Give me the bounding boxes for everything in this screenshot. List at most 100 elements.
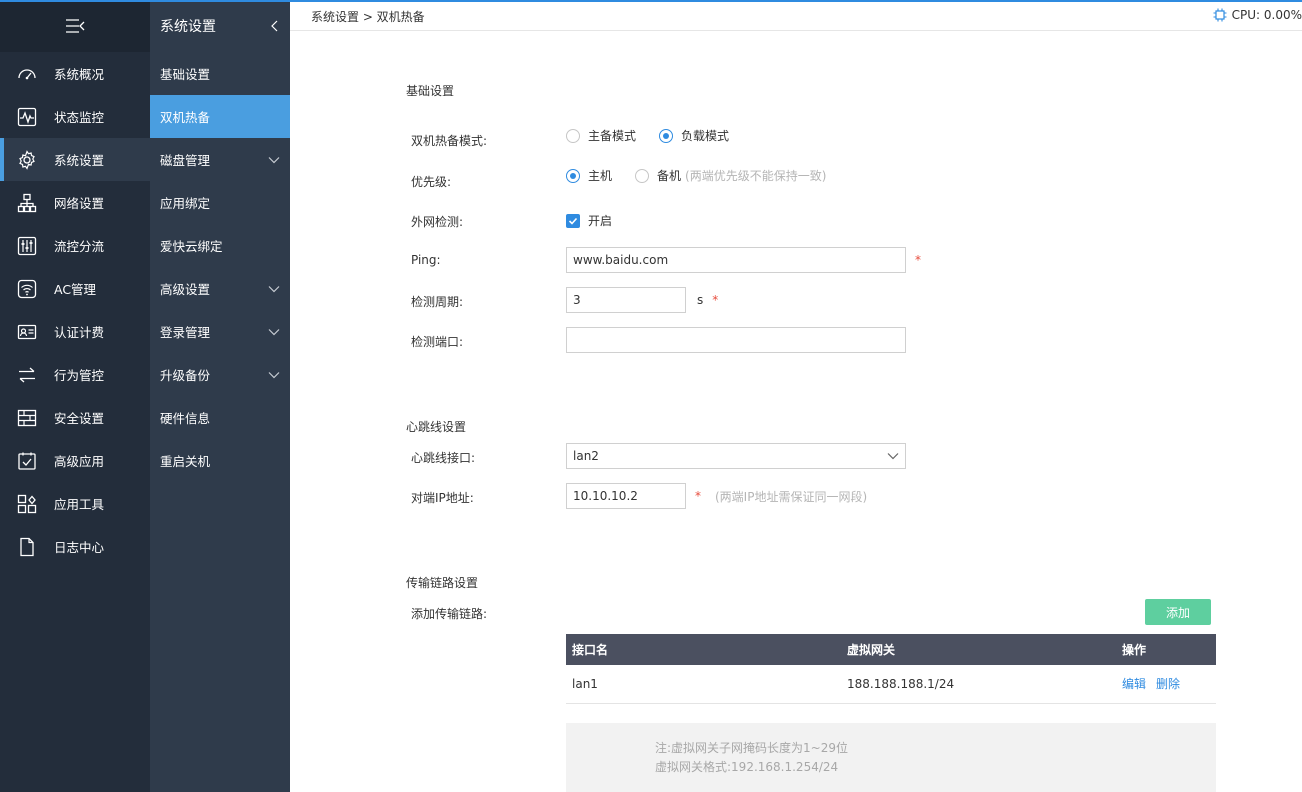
menu-toggle-button[interactable]: [0, 0, 150, 52]
chevron-down-icon: [268, 371, 280, 378]
transport-table: 接口名 虚拟网关 操作 lan1 188.188.188.1/24 编辑 删除: [566, 634, 1216, 704]
column-header: 虚拟网关: [841, 634, 1116, 665]
subnav-item-hot-standby[interactable]: 双机热备: [150, 95, 290, 138]
arrows-icon: [16, 364, 38, 386]
required-mark: *: [695, 489, 701, 503]
checkbox-label: 开启: [588, 214, 613, 228]
cell-actions: 编辑 删除: [1116, 665, 1216, 704]
sidebar-item-overview[interactable]: 系统概况: [0, 52, 150, 95]
sidebar-item-label: AC管理: [54, 282, 97, 297]
sidebar-item-ac[interactable]: AC管理: [0, 267, 150, 310]
sidebar-item-auth[interactable]: 认证计费: [0, 310, 150, 353]
subnav-item-upgrade[interactable]: 升级备份: [150, 353, 290, 396]
ping-label: Ping:: [411, 253, 441, 267]
firewall-icon: [16, 407, 38, 429]
sidebar-item-traffic[interactable]: 流控分流: [0, 224, 150, 267]
subnav-item-label: 磁盘管理: [160, 153, 211, 168]
note-line: 注:虚拟网关子网掩码长度为1~29位: [655, 741, 849, 755]
sidebar-item-label: 状态监控: [54, 110, 105, 125]
subnav-item-label: 升级备份: [160, 368, 211, 383]
sidebar-item-label: 流控分流: [54, 239, 105, 254]
sidebar-item-label: 高级应用: [54, 454, 105, 469]
port-input[interactable]: [566, 327, 906, 353]
peer-ip-input[interactable]: 10.10.10.2: [566, 483, 686, 509]
chip-icon: [1213, 8, 1227, 22]
sidebar-item-label: 系统设置: [54, 153, 105, 168]
subnav-item-advanced[interactable]: 高级设置: [150, 267, 290, 310]
section-title-transport: 传输链路设置: [406, 576, 479, 590]
sidebar-item-system-settings[interactable]: 系统设置: [0, 138, 150, 181]
period-label: 检测周期:: [411, 295, 464, 309]
subnav-item-disk[interactable]: 磁盘管理: [150, 138, 290, 181]
sidebar-item-label: 网络设置: [54, 196, 105, 211]
add-transport-label: 添加传输链路:: [411, 607, 488, 621]
wifi-icon: [16, 278, 38, 300]
heartbeat-interface-row: lan2: [566, 443, 906, 469]
ping-input[interactable]: www.baidu.com: [566, 247, 906, 273]
sidebar-item-monitor[interactable]: 状态监控: [0, 95, 150, 138]
chevron-down-icon: [887, 453, 899, 460]
subnav-title: 系统设置: [160, 19, 216, 35]
id-card-icon: [16, 321, 38, 343]
menu-collapse-icon: [66, 19, 85, 33]
main-sidebar: 系统概况 状态监控 系统设置 网络设置 流控分流 AC管理 认证计费 行为管控 …: [0, 0, 150, 792]
chevron-left-icon[interactable]: [270, 19, 280, 33]
sidebar-item-label: 安全设置: [54, 411, 105, 426]
chevron-down-icon: [268, 328, 280, 335]
radio-label: 备机: [657, 169, 682, 183]
column-header: 操作: [1116, 634, 1216, 665]
sidebar-item-tools[interactable]: 应用工具: [0, 482, 150, 525]
sidebar-item-security[interactable]: 安全设置: [0, 396, 150, 439]
sidebar-item-label: 行为管控: [54, 368, 105, 383]
edit-link[interactable]: 编辑: [1122, 677, 1146, 691]
period-unit: s: [697, 293, 704, 307]
port-label: 检测端口:: [411, 335, 464, 349]
subnav-item-label: 登录管理: [160, 325, 211, 340]
radio-load-balance[interactable]: [659, 128, 674, 143]
subnav-item-login[interactable]: 登录管理: [150, 310, 290, 353]
radio-master-backup[interactable]: [566, 128, 580, 143]
wan-check-checkbox[interactable]: [566, 213, 580, 228]
peer-ip-label: 对端IP地址:: [411, 491, 474, 505]
sidebar-item-advanced-apps[interactable]: 高级应用: [0, 439, 150, 482]
mode-label: 双机热备模式:: [411, 134, 488, 148]
subnav-item-hardware[interactable]: 硬件信息: [150, 396, 290, 439]
period-input[interactable]: 3: [566, 287, 686, 313]
required-mark: *: [712, 293, 719, 307]
sidebar-item-behavior[interactable]: 行为管控: [0, 353, 150, 396]
radio-primary[interactable]: [566, 168, 580, 183]
subnav-item-label: 双机热备: [160, 110, 211, 125]
chevron-down-icon: [268, 285, 280, 292]
add-button[interactable]: 添加: [1145, 599, 1211, 625]
priority-hint: (两端优先级不能保持一致): [685, 169, 827, 183]
sidebar-item-logs[interactable]: 日志中心: [0, 525, 150, 568]
sidebar-item-network[interactable]: 网络设置: [0, 181, 150, 224]
table-row: lan1 188.188.188.1/24 编辑 删除: [566, 665, 1216, 704]
subnav-item-reboot[interactable]: 重启关机: [150, 439, 290, 482]
sidebar-item-label: 日志中心: [54, 540, 105, 555]
radio-label: 主机: [588, 169, 613, 183]
radio-label: 主备模式: [588, 129, 637, 143]
top-header: 系统设置 > 双机热备 CPU: 0.00%: [290, 0, 1302, 31]
column-header: 接口名: [566, 634, 841, 665]
subnav-item-app-binding[interactable]: 应用绑定: [150, 181, 290, 224]
sidebar-item-label: 系统概况: [54, 67, 105, 82]
checkmark-icon: [568, 217, 578, 225]
radio-label: 负载模式: [681, 129, 730, 143]
peer-ip-row: 10.10.10.2 * (两端IP地址需保证同一网段): [566, 483, 867, 509]
note-line: 虚拟网关格式:192.168.1.254/24: [655, 760, 839, 774]
delete-link[interactable]: 删除: [1156, 677, 1180, 691]
section-title-heartbeat: 心跳线设置: [406, 420, 467, 434]
subnav-item-basic[interactable]: 基础设置: [150, 52, 290, 95]
mode-radio-group: 主备模式 负载模式: [566, 127, 729, 144]
gear-icon: [16, 149, 38, 171]
period-row: 3 s *: [566, 287, 718, 313]
required-mark: *: [915, 253, 921, 267]
gateway-note: 注:虚拟网关子网掩码长度为1~29位 虚拟网关格式:192.168.1.254/…: [566, 723, 1216, 792]
radio-standby[interactable]: [635, 168, 650, 183]
subnav-item-cloud-binding[interactable]: 爱快云绑定: [150, 224, 290, 267]
heartbeat-interface-select[interactable]: lan2: [566, 443, 906, 469]
document-icon: [16, 536, 38, 558]
grid-tools-icon: [16, 493, 38, 515]
priority-radio-group: 主机 备机 (两端优先级不能保持一致): [566, 167, 826, 184]
